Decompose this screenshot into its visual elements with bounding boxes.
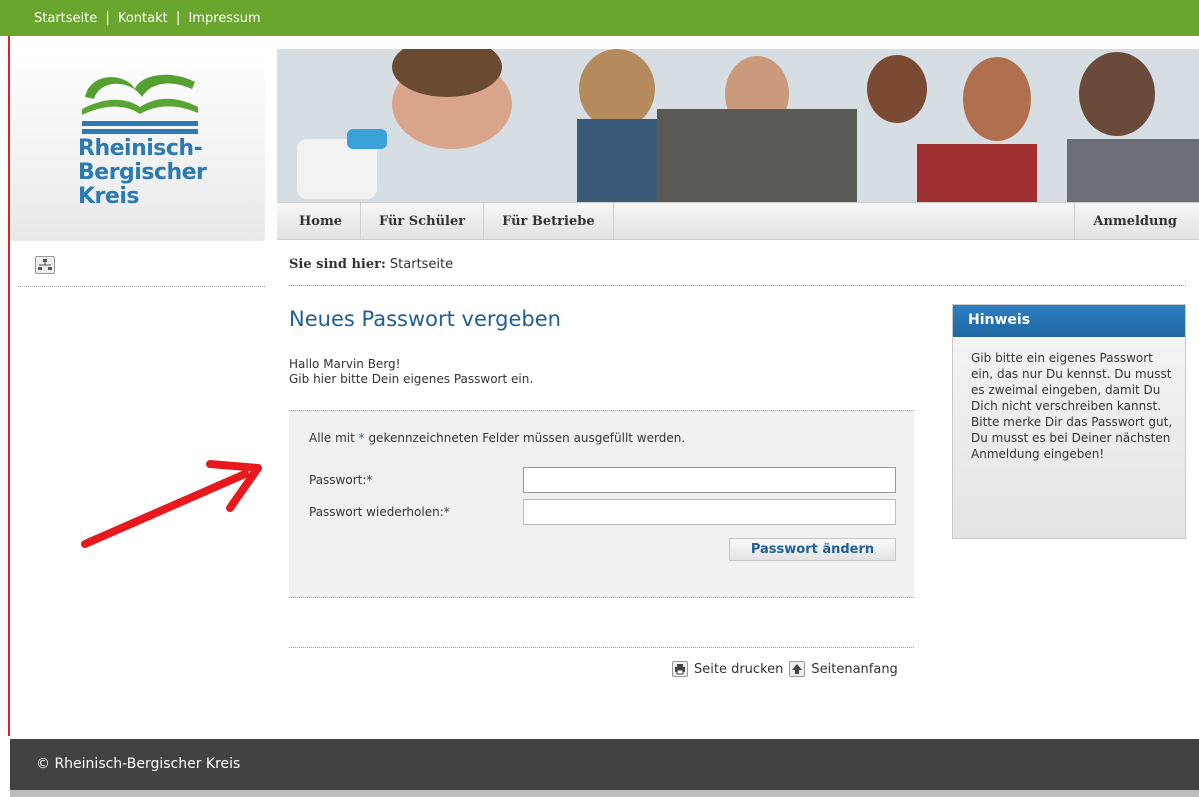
- red-arrow-annotation: [81, 460, 262, 548]
- footer: © Rheinisch-Bergischer Kreis: [10, 739, 1199, 790]
- greeting-text: Hallo Marvin Berg! Gib hier bitte Dein e…: [289, 357, 533, 387]
- hint-text: Gib bitte ein eigenes Passwort ein, das …: [971, 351, 1173, 461]
- page-title: Neues Passwort vergeben: [289, 307, 561, 331]
- topnav-link-kontakt[interactable]: Kontakt: [118, 11, 168, 26]
- banner-photo: [277, 49, 1199, 202]
- top-bar: Startseite | Kontakt | Impressum: [0, 0, 1199, 36]
- password-repeat-input[interactable]: [523, 499, 896, 525]
- password-form: Alle mit * gekennzeichneten Felder müsse…: [289, 410, 914, 598]
- footer-copyright: © Rheinisch-Bergischer Kreis: [36, 756, 241, 772]
- logo-text: Rheinisch- Bergischer Kreis: [78, 136, 207, 209]
- hint-box: Hinweis Gib bitte ein eigenes Passwort e…: [952, 304, 1186, 539]
- topnav-link-startseite[interactable]: Startseite: [34, 11, 97, 26]
- breadcrumb-prefix: Sie sind hier:: [289, 257, 386, 272]
- topnav-link-impressum[interactable]: Impressum: [188, 11, 260, 26]
- print-icon[interactable]: [672, 661, 688, 677]
- main-navigation: Home Für Schüler Für Betriebe Anmeldung: [277, 202, 1199, 240]
- sitemap-icon[interactable]: [35, 256, 55, 274]
- breadcrumb-divider: [289, 285, 1186, 286]
- nav-item-anmeldung[interactable]: Anmeldung: [1074, 203, 1199, 239]
- sidebar-divider: [18, 286, 265, 287]
- nav-item-fuer-betriebe[interactable]: Für Betriebe: [484, 203, 614, 239]
- page-top-link[interactable]: Seitenanfang: [811, 662, 897, 677]
- greeting-line-1: Hallo Marvin Berg!: [289, 357, 401, 371]
- logo[interactable]: Rheinisch- Bergischer Kreis: [10, 49, 265, 241]
- topnav-separator: |: [175, 10, 181, 26]
- breadcrumb: Sie sind hier: Startseite: [289, 257, 453, 272]
- logo-wave-icon: [82, 74, 198, 134]
- hint-title: Hinweis: [953, 305, 1185, 337]
- password-label: Passwort:*: [309, 473, 373, 487]
- nav-item-home[interactable]: Home: [277, 203, 361, 239]
- topnav-separator: |: [105, 10, 110, 26]
- greeting-line-2: Gib hier bitte Dein eigenes Passwort ein…: [289, 372, 534, 386]
- sitemap-glyph: [38, 259, 52, 270]
- breadcrumb-current: Startseite: [389, 257, 454, 272]
- arrow-up-icon[interactable]: [789, 661, 806, 677]
- nav-item-fuer-schueler[interactable]: Für Schüler: [361, 203, 485, 239]
- page-tools: Seite drucken Seitenanfang: [672, 661, 898, 677]
- header-banner-image: [277, 49, 1199, 202]
- print-link[interactable]: Seite drucken: [694, 662, 783, 677]
- footer-bottom-strip: [10, 790, 1199, 797]
- password-input[interactable]: [523, 467, 896, 493]
- change-password-button[interactable]: Passwort ändern: [729, 538, 896, 561]
- required-fields-note: Alle mit * gekennzeichneten Felder müsse…: [309, 431, 686, 445]
- content-divider: [289, 647, 914, 648]
- password-repeat-label: Passwort wiederholen:*: [309, 505, 450, 519]
